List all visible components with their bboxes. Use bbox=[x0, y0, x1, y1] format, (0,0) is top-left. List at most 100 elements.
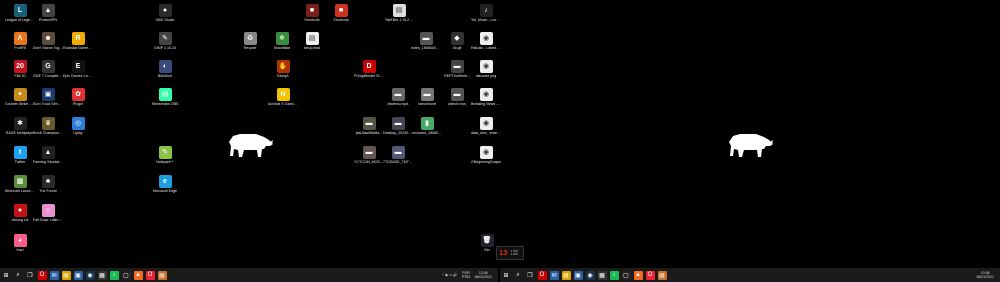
desktop-icon[interactable]: ▬ video9 mov bbox=[446, 88, 468, 106]
desktop-icon[interactable]: ♣ The Forest bbox=[37, 175, 59, 193]
desktop-icon[interactable]: ● Among Us bbox=[9, 204, 31, 222]
desktop-icon[interactable]: ▬ Desktop_2023031... bbox=[383, 117, 413, 135]
desktop-icon[interactable]: Λ FruitFit bbox=[9, 32, 31, 50]
desktop-icon[interactable]: ■ Shortcuts bbox=[330, 4, 352, 22]
taskbar-app-icon[interactable]: ▤ bbox=[657, 270, 667, 280]
desktop-icon[interactable]: ▤ setup.tbsd bbox=[301, 32, 323, 50]
system-tray[interactable]: 13:08 08/01/2021 bbox=[974, 271, 1000, 279]
taskbar-opera-gx-icon[interactable]: O bbox=[145, 270, 155, 280]
desktop-icon[interactable]: ◎ Uplay bbox=[67, 117, 89, 135]
desktop-icon[interactable]: ✎ Notepad++ bbox=[154, 146, 176, 164]
taskbar-generic-icon[interactable]: ▢ bbox=[121, 270, 131, 280]
taskbar-brave-icon[interactable]: ▲ bbox=[133, 270, 143, 280]
taskbar-generic-icon[interactable]: ▢ bbox=[621, 270, 631, 280]
desktop-icon[interactable]: ▲ ProtonVPN bbox=[37, 4, 59, 22]
taskbar-explorer-icon[interactable]: ▤ bbox=[561, 270, 571, 280]
taskbar-app-icon[interactable]: ▤ bbox=[157, 270, 167, 280]
desktop-icon[interactable]: ◉ discorde.png bbox=[475, 60, 497, 78]
app-icon: Λ bbox=[13, 32, 27, 45]
desktop-icon[interactable]: ▤ Streamlabs OBS bbox=[152, 88, 178, 106]
taskbar-task-view-icon[interactable]: ❐ bbox=[25, 270, 35, 280]
app-icon: ▤ bbox=[392, 4, 406, 17]
language-indicator[interactable]: POR PTB2 bbox=[462, 271, 471, 279]
desktop-icon[interactable]: ▬ notes_180604010... bbox=[411, 32, 441, 50]
taskbar-opera-icon[interactable]: O bbox=[37, 270, 47, 280]
desktop-icon[interactable]: ✱ RAGE Multiplayer bbox=[6, 117, 34, 135]
desktop-icon[interactable]: 🗑 Bin bbox=[476, 234, 498, 252]
taskbar-opera-gx-icon[interactable]: O bbox=[645, 270, 655, 280]
taskbar-search-icon[interactable]: ⌕ bbox=[13, 270, 23, 280]
taskbar-steam-icon[interactable]: ◉ bbox=[585, 270, 595, 280]
desktop-icon[interactable]: GGMF 7 Complete Edition bbox=[33, 60, 63, 78]
desktop-icon[interactable]: ◉data_new_ imanes_hi.... bbox=[471, 117, 501, 135]
desktop-icon[interactable]: ▬ YCTCOM_MOSO... bbox=[354, 146, 384, 164]
desktop-icon-label: Fall Guys: Ultimate Knockout bbox=[33, 218, 63, 222]
desktop-icon[interactable]: ▬ REPT0x4Bmb... bbox=[444, 60, 470, 78]
desktop-icon[interactable]: ▤ TabFiles 1.15.2 ... bbox=[385, 4, 413, 22]
desktop-icon[interactable]: ❄ Snowflake bbox=[271, 32, 293, 50]
clock[interactable]: 13:08 08/01/2021 bbox=[976, 271, 994, 279]
taskbar-mail-icon[interactable]: ✉ bbox=[549, 270, 559, 280]
system-tray[interactable]: ^ ◉ ▭ 🔊 POR PTB2 13:08 08/01/2021 bbox=[440, 271, 498, 279]
desktop-icon[interactable]: ▣Euro Truck Simulator 2 bbox=[33, 88, 63, 106]
desktop-icon[interactable]: ▬ 7TDSADE_TMTH... bbox=[383, 146, 413, 164]
taskbar-spotify-icon[interactable]: ♪ bbox=[609, 270, 619, 280]
desktop-icon-label: TabFiles 1.15.2 ... bbox=[384, 18, 414, 22]
desktop-icon[interactable]: DPGrigátfolder Signer .... bbox=[354, 60, 384, 78]
desktop-icon[interactable]: ◕ Kazi bbox=[9, 234, 31, 252]
desktop-icon-label: PGrigátfolder Signer .... bbox=[354, 74, 384, 78]
desktop-icon[interactable]: ▮ recorded_180808... bbox=[412, 117, 442, 135]
taskbar-start-icon[interactable]: ⊞ bbox=[501, 270, 511, 280]
desktop-icon[interactable]: ▬ jaslJiaw08ddla... bbox=[356, 117, 382, 135]
taskbar-apps-icon[interactable]: ▦ bbox=[97, 270, 107, 280]
desktop-icon[interactable]: ✎ GIMP 2.10.24 bbox=[154, 32, 176, 50]
desktop-icon-label: GMF 7 Complete Edition bbox=[33, 74, 63, 78]
desktop-icon[interactable]: ▩ Minecraft Launcher bbox=[5, 175, 35, 193]
clock[interactable]: 13:08 08/01/2021 bbox=[474, 271, 492, 279]
desktop-icon[interactable]: L League of Legends bbox=[5, 4, 35, 22]
desktop-icon[interactable]: EEpic Games Launcher bbox=[63, 60, 93, 78]
desktop-icon[interactable]: ■ Shortcuts bbox=[301, 4, 323, 22]
counter-widget[interactable]: 13 1 000 1 000 bbox=[496, 246, 524, 260]
taskbar-search-icon[interactable]: ⌕ bbox=[513, 270, 523, 280]
desktop-icon[interactable]: t Twitter bbox=[9, 146, 31, 164]
desktop-icon[interactable]: ◐ BlitzDuel bbox=[154, 60, 176, 78]
desktop-icon-label: Tomb Championship bbox=[33, 131, 63, 135]
tray-icons[interactable]: ^ ◉ ▭ 🔊 bbox=[442, 273, 457, 277]
app-icon: 🗑 bbox=[480, 234, 494, 247]
taskbar-store-icon[interactable]: ▣ bbox=[73, 270, 83, 280]
desktop-icon[interactable]: ♻ Recycle bbox=[239, 32, 261, 50]
taskbar-spotify-icon[interactable]: ♪ bbox=[109, 270, 119, 280]
desktop-icon[interactable]: ☻Don't Starve Together bbox=[33, 32, 63, 50]
taskbar-store-icon[interactable]: ▣ bbox=[573, 270, 583, 280]
desktop-icon[interactable]: NAcrobat X Gaming Keyboard bbox=[268, 88, 298, 106]
taskbar-start-icon[interactable]: ⊞ bbox=[1, 270, 11, 280]
app-icon: ✦ bbox=[13, 88, 27, 101]
desktop-icon[interactable]: ♪ Yel_Music - Love... bbox=[471, 4, 501, 22]
desktop-icon[interactable]: ▬ bbdemo.mp4 bbox=[387, 88, 409, 106]
desktop-icon[interactable]: ◉Rstudio - Latest Paperwork.pdf bbox=[471, 32, 501, 50]
desktop-icon[interactable]: 20 Fifa 20 bbox=[9, 60, 31, 78]
desktop-icon[interactable]: ✋ BlodyA bbox=[272, 60, 294, 78]
desktop-icon[interactable]: RRockstar Games Launcher bbox=[63, 32, 93, 50]
taskbar-mail-icon[interactable]: ✉ bbox=[49, 270, 59, 280]
desktop-icon[interactable]: ◉ EBeginningGuapa bbox=[471, 146, 501, 164]
taskbar-explorer-icon[interactable]: ▤ bbox=[61, 270, 71, 280]
desktop-icon[interactable]: ▬ vdeo4more bbox=[416, 88, 438, 106]
taskbar-brave-icon[interactable]: ▲ bbox=[633, 270, 643, 280]
desktop-icon[interactable]: ◆ 3b.gif bbox=[446, 32, 468, 50]
taskbar-apps-icon[interactable]: ▦ bbox=[597, 270, 607, 280]
desktop-icon[interactable]: ✿ Plugin bbox=[67, 88, 89, 106]
desktop-icon[interactable]: ● OBS Studio bbox=[154, 4, 176, 22]
desktop-icon-label: Acrobat X Gaming Keyboard bbox=[268, 102, 298, 106]
desktop-icon[interactable]: ✦Counter-Strike Global Offensive bbox=[5, 88, 35, 106]
desktop-icon[interactable]: ▲Farming Simulator 19 bbox=[33, 146, 63, 164]
desktop-icon[interactable]: e Microsoft Edge bbox=[153, 175, 177, 193]
taskbar-task-view-icon[interactable]: ❐ bbox=[525, 270, 535, 280]
desktop-icon[interactable]: ◉Breaking News - Important.mp4 bbox=[471, 88, 501, 106]
desktop-icon[interactable]: ♛ Tomb Championship bbox=[33, 117, 63, 135]
app-icon: ✱ bbox=[13, 117, 27, 130]
taskbar-steam-icon[interactable]: ◉ bbox=[85, 270, 95, 280]
desktop-icon[interactable]: ☺Fall Guys: Ultimate Knockout bbox=[33, 204, 63, 222]
taskbar-opera-icon[interactable]: O bbox=[537, 270, 547, 280]
